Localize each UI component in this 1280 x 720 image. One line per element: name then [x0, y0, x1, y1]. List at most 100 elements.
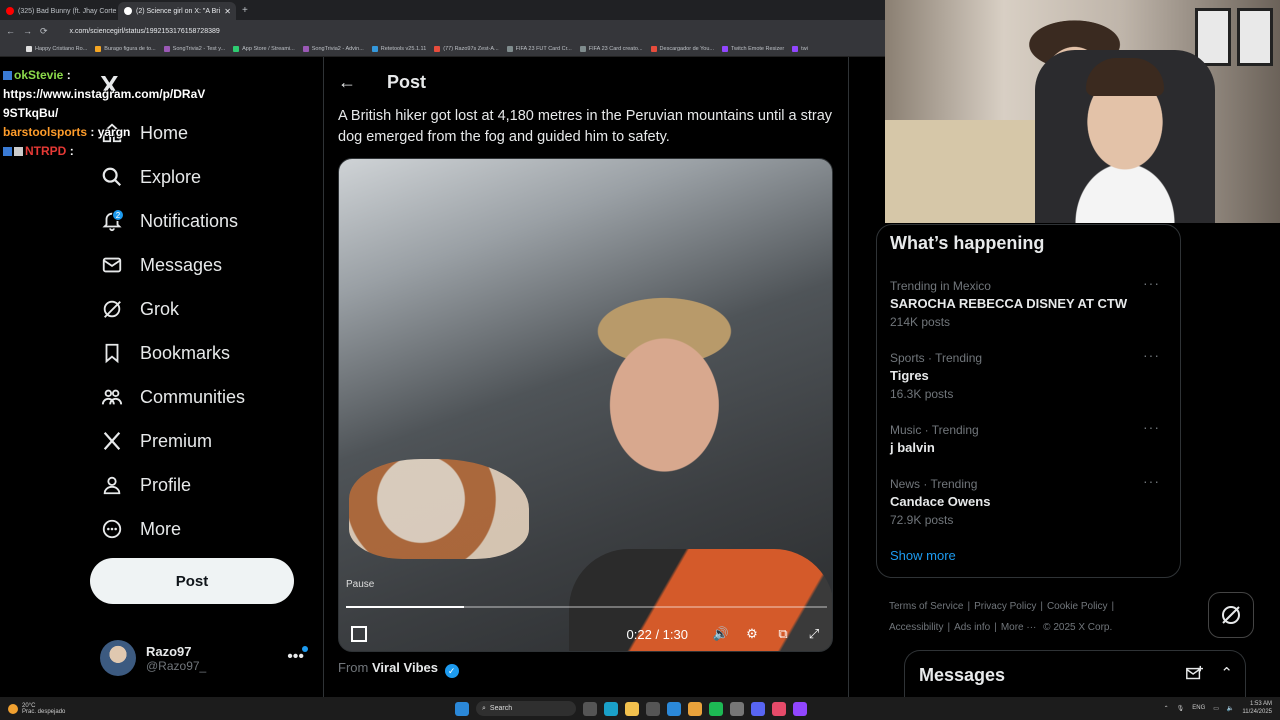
mail-icon[interactable] — [667, 701, 681, 716]
footer-link[interactable]: Ads info — [954, 622, 990, 633]
nav-item-messages[interactable]: Messages — [100, 250, 222, 280]
task-view-icon[interactable] — [583, 701, 597, 716]
bookmark-item[interactable]: App Store / Streami... — [233, 46, 295, 52]
obs-icon[interactable] — [730, 701, 744, 716]
store-icon[interactable] — [646, 701, 660, 716]
footer-link[interactable]: Terms of Service — [889, 601, 963, 612]
volume-icon[interactable]: 🔈 — [1227, 705, 1234, 712]
post-button[interactable]: Post — [90, 558, 294, 604]
trend-item[interactable]: Trending in Mexico SAROCHA REBECCA DISNEY… — [890, 275, 1170, 329]
network-icon[interactable]: ▭ — [1213, 705, 1219, 712]
footer-links: Terms of Service | Privacy Policy | Cookie P… — [889, 601, 1115, 633]
source-link[interactable]: Viral Vibes — [372, 660, 438, 675]
file-explorer-icon[interactable] — [625, 701, 639, 716]
picture-in-picture-icon[interactable]: ⧉ — [775, 626, 791, 642]
bookmark-item[interactable]: SongTrivia2 - Advin... — [302, 46, 364, 52]
windows-start-icon[interactable] — [455, 701, 469, 716]
footer-link[interactable]: Cookie Policy — [1047, 601, 1108, 612]
bookmark-item[interactable]: (77) Razo97s Zest-A... — [434, 46, 499, 52]
chat-message: 9STkqBu/ — [3, 106, 59, 120]
search-label: Search — [489, 705, 513, 712]
video-player[interactable]: Pause 0:22 / 1:30 🔊 ⚙ ⧉ ⤢ — [338, 158, 833, 652]
bell-icon: 2 — [100, 209, 124, 233]
footer-link[interactable]: Privacy Policy — [974, 601, 1036, 612]
browser-tab-youtube[interactable]: (325) Bad Bunny (ft. Jhay Corte ✕ — [0, 2, 118, 20]
more-icon[interactable]: ··· — [1143, 347, 1160, 363]
bookmark-item[interactable]: Retetools v25.1.11 — [371, 46, 426, 52]
clock[interactable]: 1:53 AM 11/24/2025 — [1242, 700, 1272, 716]
system-tray: ⌃ 🎙 ENG ▭ 🔈 1:53 AM 11/24/2025 — [1164, 700, 1272, 716]
close-icon[interactable]: ✕ — [224, 7, 231, 16]
bookmark-item[interactable]: Happy Cristiano Ro... — [26, 46, 87, 52]
taskbar-search[interactable]: ⌕ Search — [476, 701, 576, 716]
more-icon[interactable]: ··· — [1143, 473, 1160, 489]
bookmark-item[interactable]: Descargador de You... — [650, 46, 714, 52]
nav-item-grok[interactable]: Grok — [100, 294, 179, 324]
show-more-link[interactable]: Show more — [890, 548, 956, 563]
more-icon[interactable]: ••• — [287, 648, 304, 666]
pause-icon[interactable] — [351, 626, 367, 642]
bookmark-icon — [100, 341, 124, 365]
nav-item-premium[interactable]: Premium — [100, 426, 212, 456]
stream-chat-overlay: okStevie : https://www.instagram.com/p/D… — [3, 66, 223, 161]
nav-item-bookmarks[interactable]: Bookmarks — [100, 338, 230, 368]
reload-icon[interactable]: ⟳ — [40, 26, 48, 37]
nav-item-profile[interactable]: Profile — [100, 470, 191, 500]
video-progress-bar[interactable] — [346, 606, 827, 608]
back-arrow-icon[interactable]: ← — [338, 72, 356, 93]
bookmark-item[interactable]: Twitch Emote Resizer — [721, 46, 784, 52]
new-tab-button[interactable]: + — [242, 5, 248, 16]
nav-item-more[interactable]: More — [100, 514, 181, 544]
footer-link[interactable]: Accessibility — [889, 622, 943, 633]
chrome-icon[interactable] — [688, 701, 702, 716]
browser-tab-x[interactable]: (2) Science girl on X: "A Bri ✕ — [118, 2, 236, 20]
trend-item[interactable]: News · Trending Candace Owens 72.9K posts ·… — [890, 473, 1170, 527]
url-input[interactable]: x.com/sciencegirl/status/199215317615872… — [70, 28, 220, 35]
tray-chevron-icon[interactable]: ⌃ — [1164, 705, 1169, 712]
fullscreen-icon[interactable]: ⤢ — [806, 626, 822, 642]
language-indicator[interactable]: ENG — [1192, 705, 1205, 711]
trend-item[interactable]: Sports · Trending Tigres 16.3K posts ··· — [890, 347, 1170, 401]
forward-icon[interactable]: → — [23, 26, 32, 36]
edge-icon[interactable] — [604, 701, 618, 716]
settings-gear-icon[interactable]: ⚙ — [744, 626, 760, 642]
twitch-icon[interactable] — [793, 701, 807, 716]
new-message-icon[interactable] — [1185, 665, 1203, 683]
bookmark-item[interactable]: Burago figura de to... — [95, 46, 156, 52]
more-icon[interactable]: ··· — [1143, 275, 1160, 291]
nav-item-notifications[interactable]: 2 Notifications — [100, 206, 238, 236]
music-app-icon[interactable] — [772, 701, 786, 716]
footer-link[interactable]: More ··· — [1001, 622, 1037, 633]
taskbar-apps: ⌕ Search — [455, 701, 807, 716]
account-switcher[interactable]: Razo97 @Razo97_ ••• — [100, 638, 310, 678]
bookmark-item[interactable]: FIFA 23 Card creato... — [579, 46, 643, 52]
messages-drawer-title: Messages — [919, 665, 1006, 685]
messages-drawer[interactable]: Messages ⌃ — [904, 650, 1246, 700]
spotify-icon[interactable] — [709, 701, 723, 716]
grok-button[interactable] — [1208, 592, 1254, 638]
bookmark-item[interactable]: SongTrivia2 - Test y... — [163, 46, 225, 52]
pause-tooltip: Pause — [346, 579, 375, 590]
weather-widget[interactable]: 20°C Prac. despejado — [8, 703, 65, 715]
back-icon[interactable]: ← — [6, 26, 15, 36]
grok-icon — [1222, 606, 1240, 624]
nav-item-explore[interactable]: Explore — [100, 162, 201, 192]
trend-item[interactable]: Music · Trending j balvin ··· — [890, 419, 1170, 455]
expand-chevron-icon[interactable]: ⌃ — [1220, 664, 1233, 682]
chat-badge-icon — [3, 71, 12, 81]
post-text: A British hiker got lost at 4,180 metres… — [338, 108, 833, 145]
more-icon[interactable]: ··· — [1143, 419, 1160, 435]
notification-badge: 2 — [112, 209, 124, 221]
volume-icon[interactable]: 🔊 — [713, 626, 729, 642]
microphone-icon[interactable]: 🎙 — [1177, 705, 1185, 712]
bookmark-label: FIFA 23 FUT Card Cr... — [515, 46, 572, 52]
trend-name: SAROCHA REBECCA DISNEY AT CTW — [890, 296, 1128, 311]
bookmark-item[interactable]: FIFA 23 FUT Card Cr... — [506, 46, 572, 52]
video-time: 0:22 / 1:30 — [626, 626, 688, 642]
nav-item-communities[interactable]: Communities — [100, 382, 245, 412]
streamer-webcam — [885, 0, 1280, 223]
bookmark-favicon-icon — [371, 46, 378, 52]
discord-icon[interactable] — [751, 701, 765, 716]
bookmark-item[interactable]: twi — [792, 46, 808, 52]
chat-message: https://www.instagram.com/p/DRaV — [3, 87, 206, 101]
